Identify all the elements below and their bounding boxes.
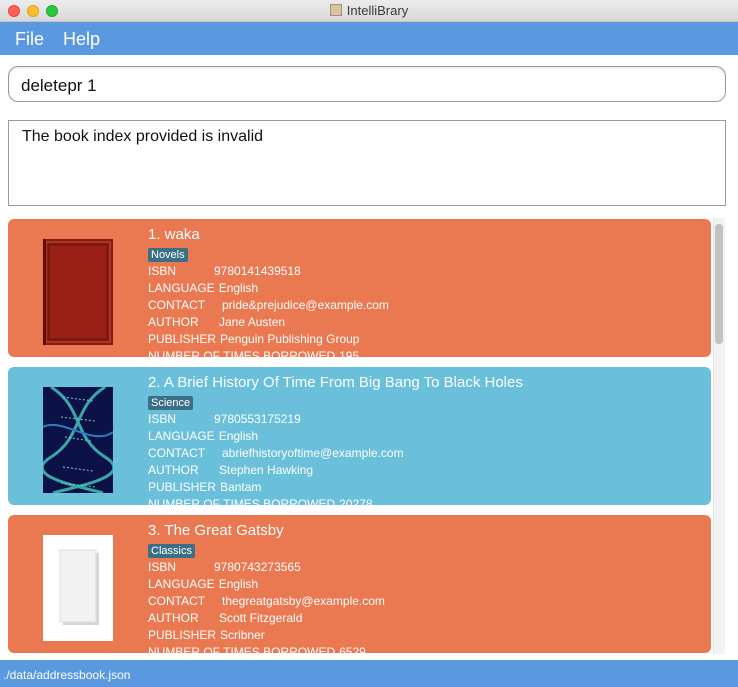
book-info: 2. A Brief History Of Time From Big Bang…: [148, 373, 701, 505]
language-value: English: [218, 281, 259, 295]
genre-tag: Novels: [148, 248, 188, 262]
language-label: LANGUAGE: [148, 577, 215, 591]
contact-value: thegreatgatsby@example.com: [222, 594, 385, 608]
book-title: 1. waka: [148, 226, 200, 243]
window-title: IntelliBrary: [346, 3, 409, 18]
menu-file[interactable]: File: [15, 29, 44, 50]
author-label: AUTHOR: [148, 611, 199, 625]
book-card[interactable]: 1. waka Novels ISBN 9780141439518 LANGUAG…: [8, 219, 711, 357]
contact-value: pride&prejudice@example.com: [222, 298, 389, 312]
language-value: English: [218, 577, 259, 591]
borrowed-value: 6529: [339, 645, 366, 653]
app-window: IntelliBrary File Help deletepr 1 The bo…: [0, 0, 738, 687]
language-label: LANGUAGE: [148, 429, 215, 443]
book-title: 3. The Great Gatsby: [148, 522, 284, 539]
title-bar: IntelliBrary: [0, 0, 738, 22]
contact-value: abriefhistoryoftime@example.com: [222, 446, 404, 460]
contact-label: CONTACT: [148, 594, 206, 608]
result-display: The book index provided is invalid: [8, 120, 726, 206]
app-icon: [329, 4, 342, 16]
publisher-value: Bantam: [220, 480, 262, 494]
author-value: Scott Fitzgerald: [219, 611, 303, 625]
publisher-label: PUBLISHER: [148, 628, 217, 642]
genre-tag: Science: [148, 396, 194, 410]
author-value: Stephen Hawking: [219, 463, 314, 477]
isbn-label: ISBN: [148, 412, 177, 426]
isbn-label: ISBN: [148, 560, 177, 574]
book-info: 3. The Great Gatsby Classics ISBN 9780743…: [148, 521, 701, 653]
publisher-label: PUBLISHER: [148, 332, 217, 346]
data-file-path: ./data/addressbook.json: [3, 668, 131, 682]
isbn-label: ISBN: [148, 264, 177, 278]
menu-help[interactable]: Help: [63, 29, 100, 50]
language-value: English: [218, 429, 259, 443]
isbn-value: 9780553175219: [214, 412, 301, 426]
book-card[interactable]: 3. The Great Gatsby Classics ISBN 9780743…: [8, 515, 711, 653]
book-cover-image: [43, 535, 113, 641]
borrowed-label: NUMBER OF TIMES BORROWED: [148, 497, 336, 505]
book-cover-image: [43, 387, 113, 493]
borrowed-value: 195: [339, 349, 360, 357]
language-label: LANGUAGE: [148, 281, 215, 295]
publisher-value: Penguin Publishing Group: [220, 332, 360, 346]
genre-tag: Classics: [148, 544, 195, 558]
command-input[interactable]: deletepr 1: [8, 66, 726, 102]
book-title: 2. A Brief History Of Time From Big Bang…: [148, 374, 523, 391]
window-title-area: IntelliBrary: [0, 3, 738, 18]
publisher-label: PUBLISHER: [148, 480, 217, 494]
borrowed-label: NUMBER OF TIMES BORROWED: [148, 645, 336, 653]
isbn-value: 9780743273565: [214, 560, 301, 574]
status-bar: ./data/addressbook.json: [0, 660, 738, 687]
author-label: AUTHOR: [148, 463, 199, 477]
menu-bar: File Help: [0, 22, 738, 55]
publisher-value: Scribner: [220, 628, 265, 642]
book-list[interactable]: 1. waka Novels ISBN 9780141439518 LANGUAG…: [0, 214, 738, 658]
author-label: AUTHOR: [148, 315, 199, 329]
book-card[interactable]: 2. A Brief History Of Time From Big Bang…: [8, 367, 711, 505]
isbn-value: 9780141439518: [214, 264, 301, 278]
author-value: Jane Austen: [219, 315, 286, 329]
borrowed-label: NUMBER OF TIMES BORROWED: [148, 349, 336, 357]
list-scrollbar-thumb[interactable]: [715, 224, 723, 344]
contact-label: CONTACT: [148, 446, 206, 460]
borrowed-value: 20278: [339, 497, 373, 505]
contact-label: CONTACT: [148, 298, 206, 312]
book-info: 1. waka Novels ISBN 9780141439518 LANGUAG…: [148, 225, 701, 357]
book-cover-image: [43, 239, 113, 345]
